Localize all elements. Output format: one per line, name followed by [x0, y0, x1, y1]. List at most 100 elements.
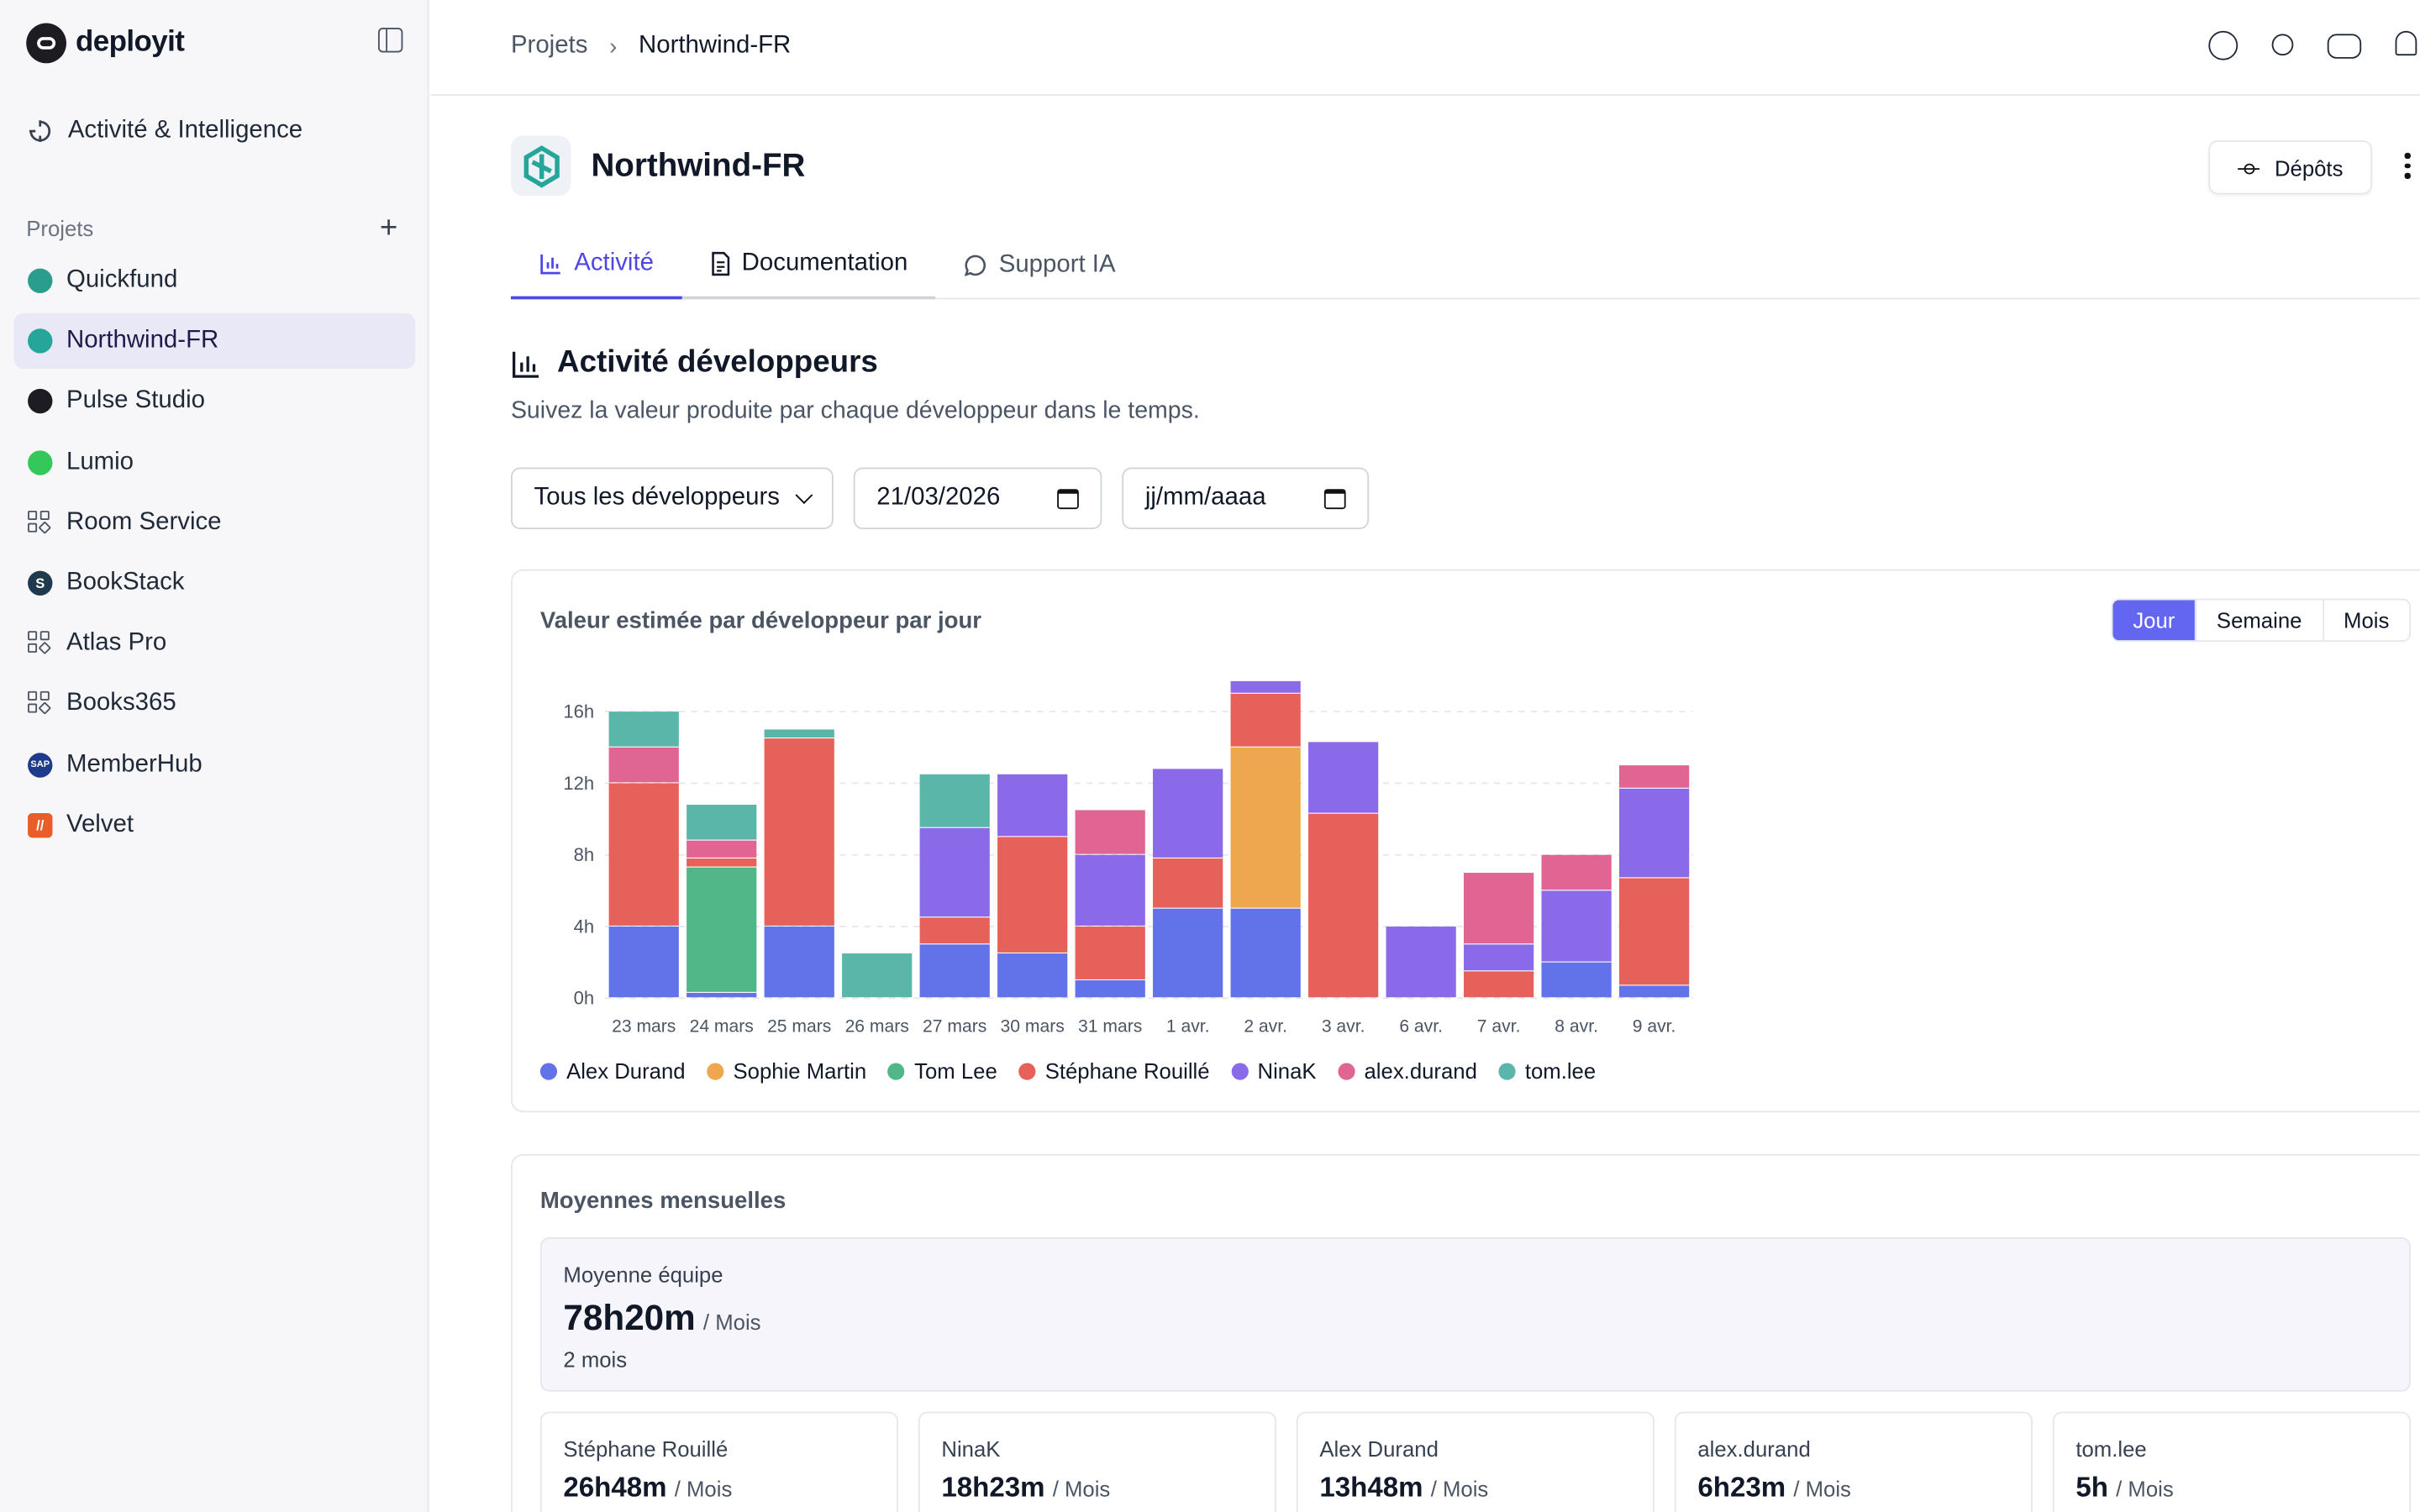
legend-item[interactable]: NinaK	[1231, 1058, 1317, 1083]
start-date-input[interactable]: 21/03/2026	[853, 467, 1102, 529]
bar-segment[interactable]	[1618, 765, 1690, 788]
bar-segment[interactable]	[919, 774, 990, 827]
discord-icon[interactable]	[2327, 34, 2362, 59]
sidebar-project-label: Books365	[66, 690, 176, 717]
velvet-logo-icon: //	[28, 812, 53, 837]
breadcrumb-current: Northwind-FR	[639, 32, 792, 59]
bar-segment[interactable]	[764, 738, 834, 926]
legend-item[interactable]: Sophie Martin	[707, 1058, 866, 1083]
sidebar-project-item[interactable]: Quickfund	[14, 253, 416, 308]
bar-segment[interactable]	[608, 783, 679, 926]
developer-average-number: 13h48m	[1319, 1472, 1423, 1503]
nav-activity-intelligence-label: Activité & Intelligence	[67, 117, 303, 144]
x-tick-label: 6 avr.	[1399, 1017, 1443, 1037]
bar-segment[interactable]	[1541, 854, 1612, 890]
developer-average-value: 26h48m / Mois	[563, 1472, 732, 1504]
legend-swatch	[1338, 1062, 1355, 1079]
bar-segment[interactable]	[608, 747, 679, 783]
bar-segment[interactable]	[608, 927, 679, 998]
bar-segment[interactable]	[608, 711, 679, 747]
bar-segment[interactable]	[842, 953, 913, 998]
add-project-icon[interactable]: +	[380, 213, 397, 244]
bar-segment[interactable]	[1541, 890, 1612, 962]
sidebar-project-item[interactable]: Northwind-FR	[13, 313, 416, 370]
more-options-icon[interactable]	[2404, 152, 2414, 184]
bar-segment[interactable]	[1541, 962, 1612, 998]
bar-segment[interactable]	[1464, 873, 1534, 944]
bar-segment[interactable]	[764, 729, 834, 738]
bar-segment[interactable]	[1153, 858, 1223, 908]
repositories-button[interactable]: Dépôts	[2208, 140, 2373, 195]
bar-segment[interactable]	[1153, 908, 1223, 998]
sidebar-project-item[interactable]: Atlas Pro	[14, 616, 416, 671]
sidebar-project-label: MemberHub	[66, 750, 203, 777]
bar-segment[interactable]	[687, 805, 757, 840]
bookstack-logo-icon: S	[28, 570, 53, 596]
bar-segment[interactable]	[1230, 693, 1301, 747]
sidebar-project-item[interactable]: Lumio	[14, 434, 416, 490]
sidebar-project-label: Quickfund	[66, 266, 178, 293]
sidebar-project-item[interactable]: Pulse Studio	[14, 374, 416, 429]
nav-activity-intelligence[interactable]: Activité & Intelligence	[26, 118, 302, 145]
bar-segment[interactable]	[1618, 878, 1690, 985]
bar-segment[interactable]	[764, 927, 834, 998]
legend-item[interactable]: Alex Durand	[539, 1058, 686, 1083]
bar-segment[interactable]	[997, 837, 1068, 953]
tab-activite[interactable]: Activité	[510, 232, 682, 300]
bar-segment[interactable]	[1386, 927, 1456, 998]
bell-icon[interactable]	[2395, 30, 2417, 56]
bar-segment[interactable]	[919, 944, 990, 998]
range-option-mois[interactable]: Mois	[2323, 600, 2409, 640]
stacked-bar-chart: 0h 4h 8h 12h 16h 23 mars 24 mars 25 mars 26 mars…	[563, 680, 1693, 1037]
developer-average-name: tom.lee	[2075, 1436, 2147, 1462]
bar-segment[interactable]	[919, 917, 990, 944]
bar-segment[interactable]	[687, 867, 757, 992]
bar-segment[interactable]	[1075, 854, 1145, 926]
bar-segment[interactable]	[919, 827, 990, 917]
calendar-icon[interactable]	[1323, 488, 1346, 509]
developer-select[interactable]: Tous les développeurs	[510, 467, 834, 529]
legend-swatch	[1498, 1062, 1516, 1079]
legend-item[interactable]: tom.lee	[1498, 1058, 1596, 1083]
bar-segment[interactable]	[1464, 971, 1534, 998]
globe-icon[interactable]	[2208, 30, 2238, 60]
tab-documentation[interactable]: Documentation	[681, 232, 936, 300]
bar-segment[interactable]	[1075, 980, 1145, 998]
bar-segment[interactable]	[997, 953, 1068, 998]
quickfund-logo-icon	[28, 268, 53, 293]
team-average-period: 2 mois	[563, 1347, 628, 1372]
bar-segment[interactable]	[1618, 788, 1690, 878]
bar-segment[interactable]	[1153, 769, 1223, 858]
bar-segment[interactable]	[1230, 908, 1301, 998]
sidebar-project-item[interactable]: Books365	[14, 676, 416, 732]
calendar-icon[interactable]	[1057, 488, 1079, 509]
sidebar-project-item[interactable]: // Velvet	[14, 797, 416, 853]
bar-segment[interactable]	[997, 774, 1068, 837]
bar-segment[interactable]	[1075, 810, 1145, 854]
sidebar-project-item[interactable]: Room Service	[14, 495, 416, 550]
legend-item[interactable]: Tom Lee	[887, 1058, 997, 1083]
sidebar-toggle-icon[interactable]	[377, 28, 403, 53]
bar-segment[interactable]	[687, 840, 757, 858]
bar-segment[interactable]	[1308, 742, 1379, 813]
tab-support-ia[interactable]: Support IA	[935, 232, 1143, 300]
bar-segment[interactable]	[1308, 813, 1379, 998]
end-date-input[interactable]: jj/mm/aaaa	[1122, 467, 1370, 529]
bar-segment[interactable]	[687, 858, 757, 867]
sidebar-project-item[interactable]: S BookStack	[14, 555, 416, 611]
sidebar-project-item[interactable]: SAP MemberHub	[14, 737, 416, 792]
bar-segment[interactable]	[1230, 747, 1301, 908]
bar-segment[interactable]	[1230, 680, 1301, 693]
breadcrumb-projects[interactable]: Projets	[511, 33, 587, 60]
range-option-jour[interactable]: Jour	[2112, 600, 2197, 641]
range-option-semaine[interactable]: Semaine	[2196, 600, 2324, 641]
bar-segment[interactable]	[1618, 985, 1690, 998]
bar-segment[interactable]	[1464, 944, 1534, 971]
sun-icon[interactable]	[2271, 34, 2294, 56]
lumio-logo-icon	[28, 449, 53, 475]
bar-segment[interactable]	[1075, 927, 1145, 979]
brand[interactable]: deployit	[26, 23, 185, 64]
legend-item[interactable]: Stéphane Rouillé	[1018, 1058, 1210, 1083]
legend-item[interactable]: alex.durand	[1338, 1058, 1477, 1083]
bar-segment[interactable]	[687, 992, 757, 998]
